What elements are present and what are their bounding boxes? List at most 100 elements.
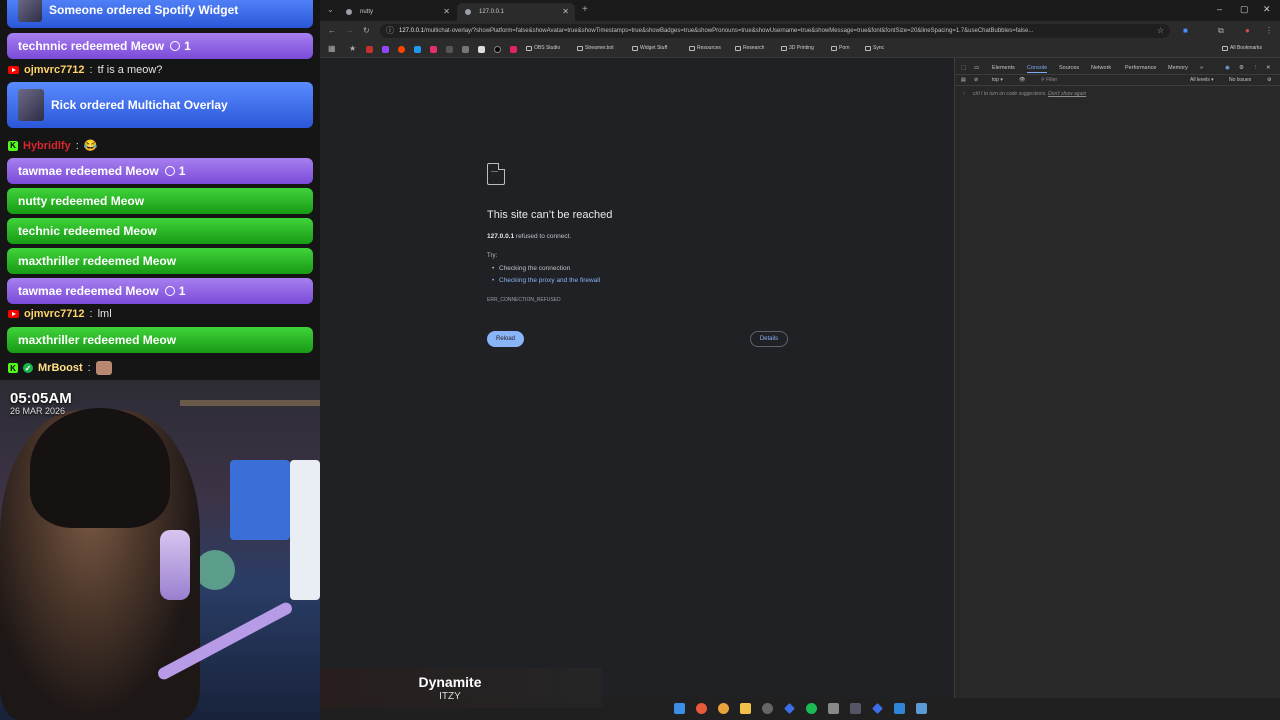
ai-assistance-icon[interactable]: ◉ [1225,65,1230,71]
minimize-icon[interactable]: – [1217,4,1222,14]
bookmark-favicon[interactable] [366,46,373,53]
obs-icon[interactable] [762,703,773,714]
monitor-light [290,460,320,600]
bookmark-folder[interactable]: OBS Studio [526,45,560,51]
details-button[interactable]: Details [750,331,788,347]
windows-start-icon[interactable] [674,703,685,714]
forward-icon[interactable]: → [346,26,354,35]
twitch-icon[interactable] [382,46,389,53]
profile-icon[interactable]: ● [1245,26,1250,35]
clock-icon [170,41,181,51]
overlay-clock-time: 05:05AM [10,390,72,407]
bookmark-favicon[interactable] [510,46,517,53]
settings-icon[interactable]: ⚙ [1239,65,1244,71]
dont-show-link[interactable]: Don't show again [1048,91,1086,97]
close-window-icon[interactable]: ✕ [1263,4,1271,15]
vscode-icon[interactable] [894,703,905,714]
back-icon[interactable]: ← [328,26,336,35]
all-bookmarks[interactable]: All Bookmarks [1222,45,1262,51]
tab-search-icon[interactable]: ⌄ [327,5,334,14]
console-toolbar: ▤ ⊘ top ▾ 👁 ⚲ Filter All levels ▾ No Iss… [955,74,1280,86]
bookmark-favicon[interactable] [494,46,501,53]
tab-elements[interactable]: Elements [992,65,1015,71]
device-toolbar-icon[interactable]: ▭ [974,65,979,71]
tab-localhost[interactable]: 127.0.0.1 ✕ [457,3,575,21]
close-tab-icon[interactable]: ✕ [562,7,569,16]
tab-console[interactable]: Console [1027,65,1048,73]
reload-button[interactable]: Reload [487,331,524,347]
browser-icon[interactable] [718,703,729,714]
menu-icon[interactable]: ⋮ [1265,26,1273,35]
more-options-icon[interactable]: ⋮ [1253,65,1259,71]
chat-message: K ✓ MrBoost : [8,361,112,375]
live-expression-icon[interactable]: 👁 [1019,77,1025,83]
maximize-icon[interactable]: ▢ [1240,4,1249,15]
stream-overlay: Someone ordered Spotify Widget technnic … [0,0,320,720]
folder-icon [577,45,583,51]
extension-icon[interactable]: ■ [1183,26,1188,35]
redeem-action: redeemed [50,194,108,208]
bookmark-folder[interactable]: 3D Printing [781,45,814,51]
tab-nutty[interactable]: nutty ✕ [338,3,456,21]
app-icon[interactable] [872,703,883,714]
spotify-icon[interactable] [806,703,817,714]
clock-icon [164,166,175,176]
bookmark-label: Widget Stuff [640,45,668,51]
tab-sources[interactable]: Sources [1059,65,1079,71]
clear-console-icon[interactable]: ⊘ [974,77,978,83]
suggestion-link[interactable]: Checking the proxy and the firewall [492,277,600,284]
filter-input[interactable]: ⚲ Filter [1041,77,1057,83]
app-icon[interactable] [850,703,861,714]
issues-badge[interactable]: No Issues [1229,77,1251,83]
chrome-icon[interactable] [696,703,707,714]
redeem-count: 1 [178,284,186,298]
bookmark-folder[interactable]: Research [735,45,764,51]
star-icon[interactable]: ★ [349,44,356,53]
bookmark-folder[interactable]: Porn [831,45,850,51]
bookmark-folder[interactable]: Resources [689,45,721,51]
sidebar-toggle-icon[interactable]: ▤ [961,77,966,83]
folder-icon [526,45,532,51]
folder-icon [632,45,638,51]
address-bar[interactable]: 127.0.0.1/multichat-overlay/?showPlatfor… [380,24,1170,38]
app-icon[interactable] [784,703,795,714]
tab-network[interactable]: Network [1091,65,1111,71]
bookmark-folder[interactable]: Sync [865,45,884,51]
bookmark-favicon[interactable] [462,46,469,53]
bookmark-star-icon[interactable]: ☆ [1157,26,1164,35]
bookmark-folder[interactable]: Streamer.bot [577,45,614,51]
redeem-count: 1 [184,39,191,53]
console-settings-icon[interactable]: ⚙ [1267,77,1271,83]
apps-icon[interactable]: ▦ [328,44,336,53]
tab-performance[interactable]: Performance [1125,65,1157,71]
notepad-icon[interactable] [916,703,927,714]
more-tabs-icon[interactable]: » [1200,65,1203,71]
log-levels-dropdown[interactable]: All levels ▾ [1190,77,1214,83]
refresh-icon[interactable]: ↻ [363,26,370,35]
redeem-user: technnic [18,39,68,53]
redeem-action: redeemed [63,224,121,238]
chat-text: tf is a meow? [97,64,163,76]
chat-message: ojmvrc7712 : lml [8,308,112,320]
bookmark-favicon[interactable] [478,46,485,53]
levels-label: All levels [1190,77,1210,83]
file-explorer-icon[interactable] [740,703,751,714]
new-tab-button[interactable]: + [582,4,588,15]
widget-thumbnail [18,0,42,22]
bookmark-favicon[interactable] [446,46,453,53]
context-select[interactable]: top ▾ [992,77,1003,83]
app-icon[interactable] [828,703,839,714]
close-tab-icon[interactable]: ✕ [443,7,450,16]
close-devtools-icon[interactable]: ✕ [1266,65,1271,71]
site-info-icon[interactable]: ⓘ [386,25,394,36]
filter-placeholder: Filter [1046,77,1058,83]
bluesky-icon[interactable] [414,46,421,53]
reddit-icon[interactable] [398,46,405,53]
inspect-icon[interactable]: ⬚ [961,65,966,71]
tab-memory[interactable]: Memory [1168,65,1188,71]
redeem-row: maxthriller redeemed Meow [7,327,313,353]
instagram-icon[interactable] [430,46,437,53]
bookmark-folder[interactable]: Widget Stuff [632,45,667,51]
bookmark-label: Resources [697,45,721,51]
extensions-icon[interactable]: ⧉ [1218,26,1224,36]
